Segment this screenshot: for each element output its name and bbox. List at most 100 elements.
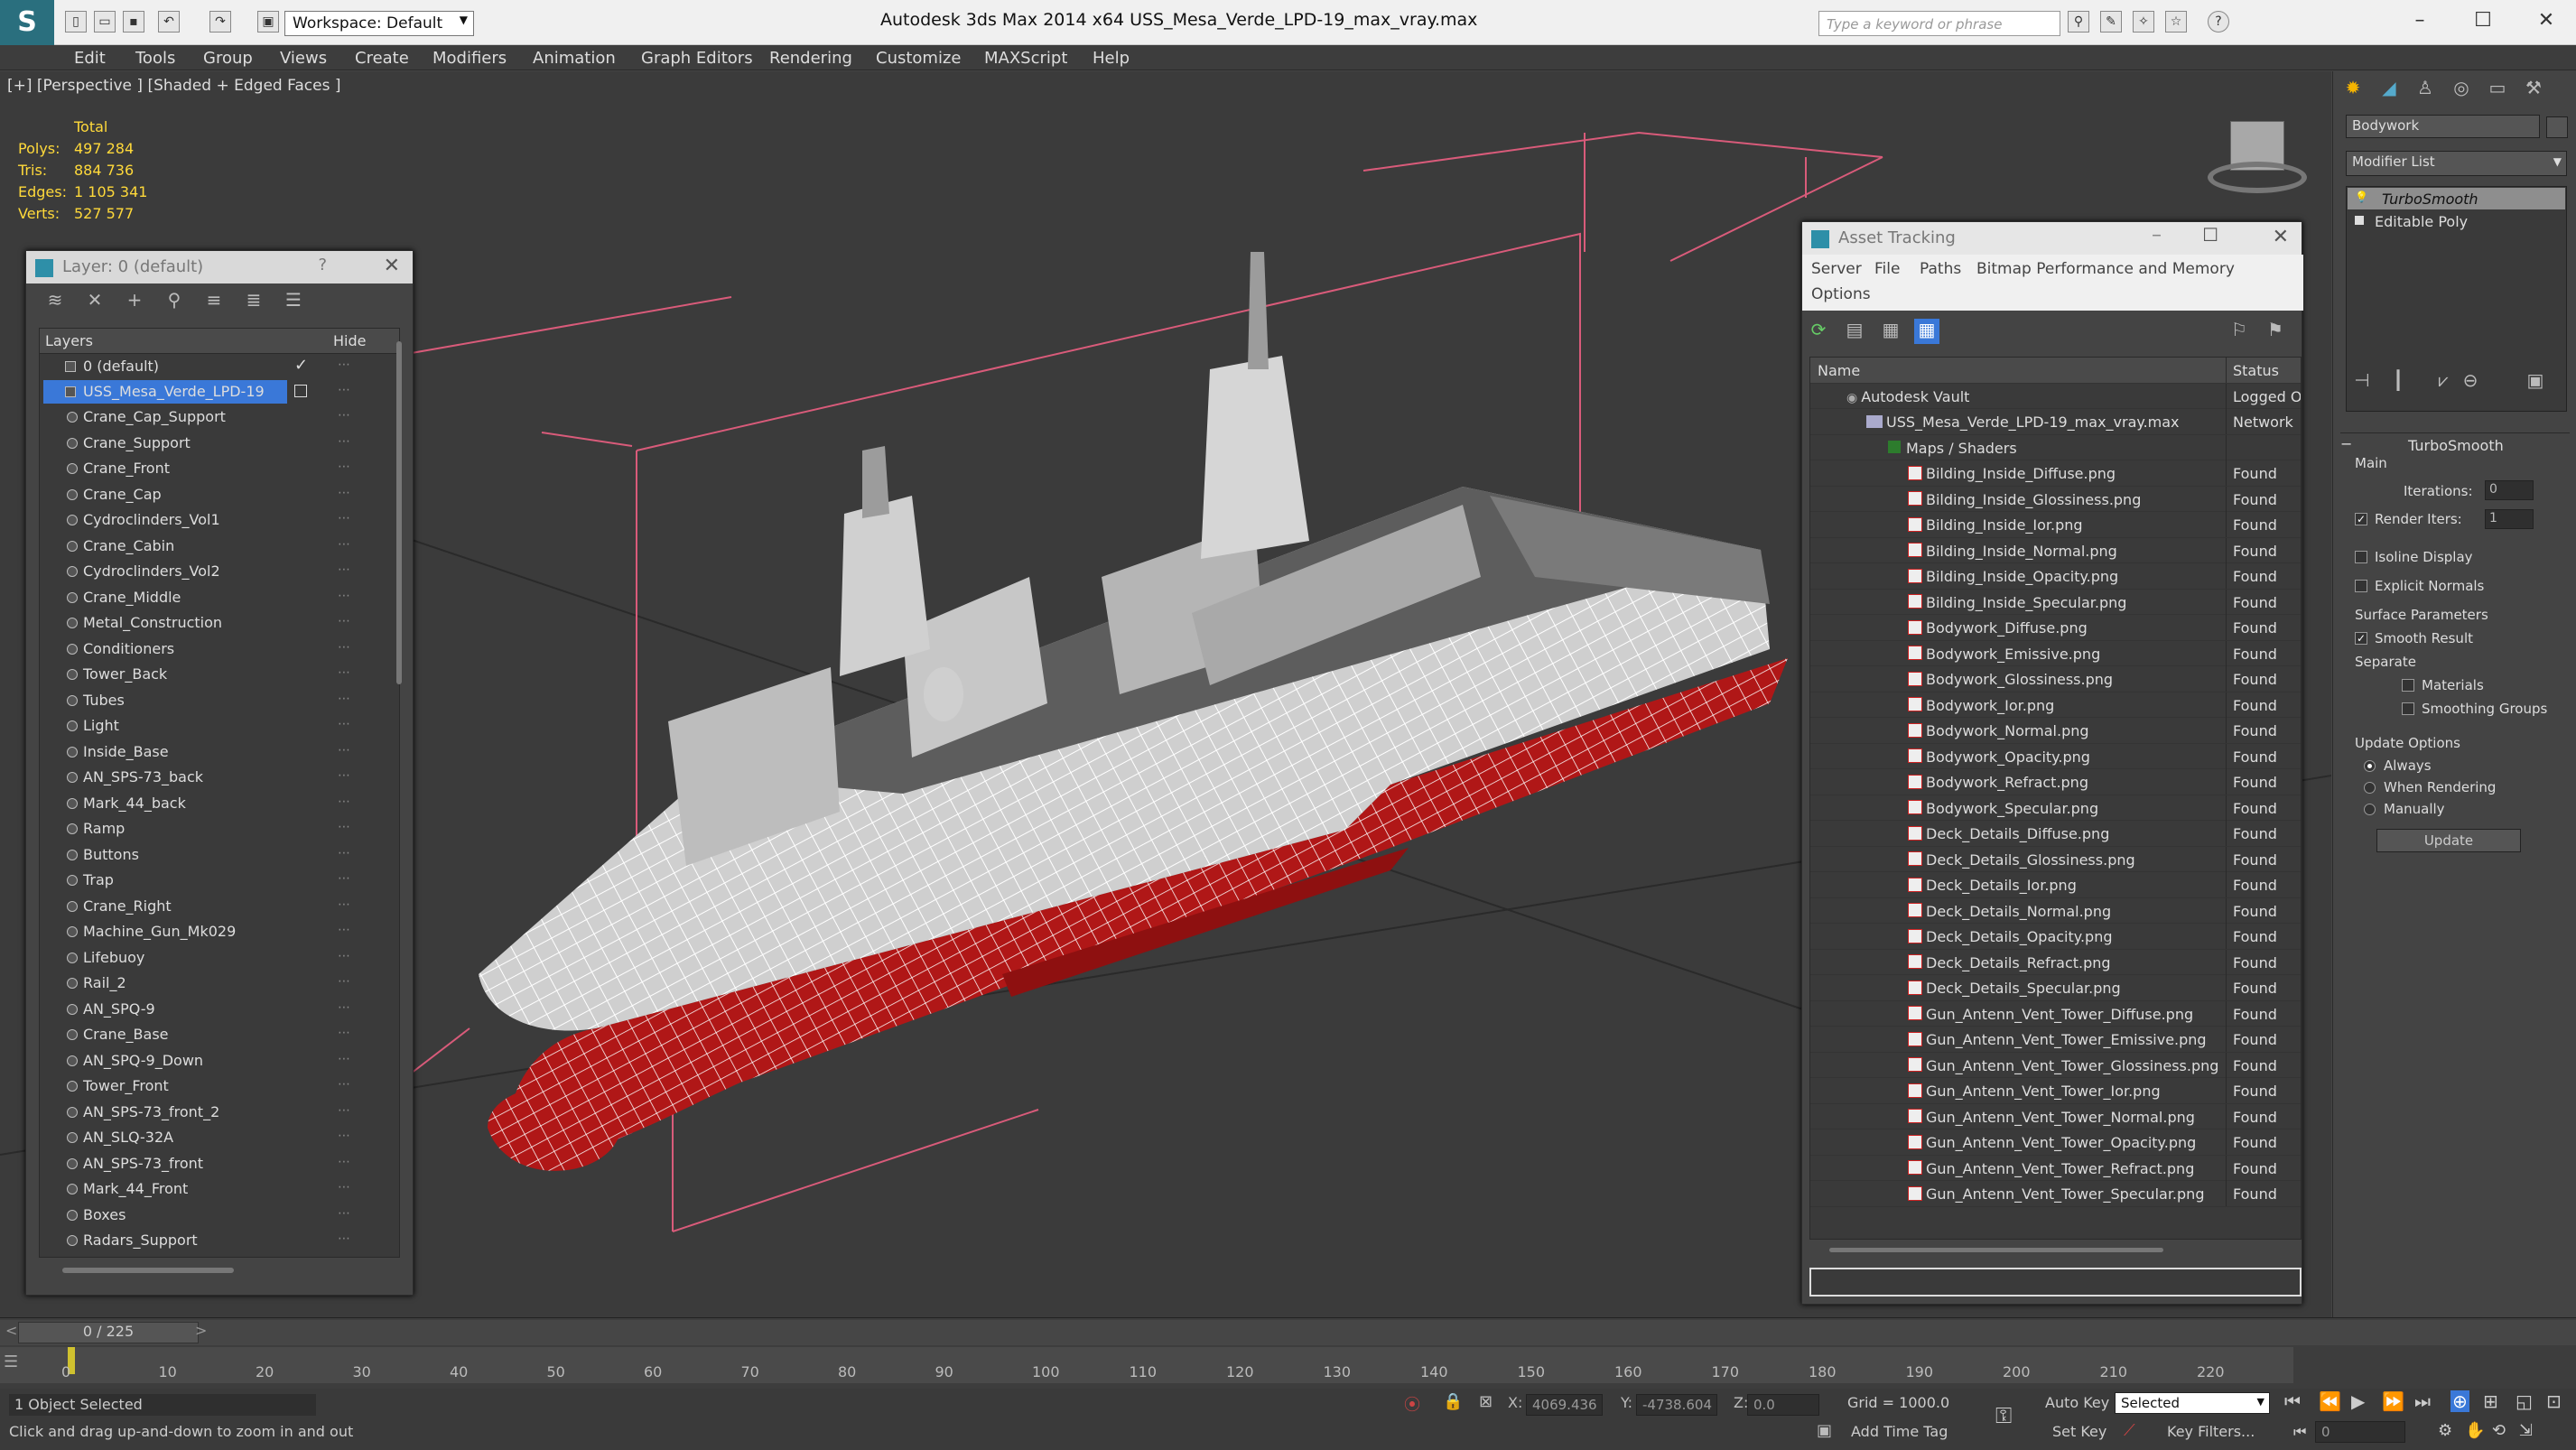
layer-object-row[interactable]: Tower_Back ⋯ xyxy=(40,662,399,687)
hide-toggle[interactable]: ⋯ xyxy=(338,537,350,552)
table-view-icon[interactable]: ▦ xyxy=(1914,319,1939,344)
asset-row-vault[interactable]: ◉Autodesk Vault Logged Out xyxy=(1810,383,2301,409)
new-layer-icon[interactable]: ≋ xyxy=(42,289,68,314)
asset-map-row[interactable]: Bilding_Inside_Opacity.png Found xyxy=(1810,563,2301,590)
asset-map-row[interactable]: Gun_Antenn_Vent_Tower_Ior.png Found xyxy=(1810,1078,2301,1104)
active-layer-check-icon[interactable]: ✓ xyxy=(294,356,308,375)
asset-map-row[interactable]: Gun_Antenn_Vent_Tower_Refract.png Found xyxy=(1810,1155,2301,1181)
col-hide[interactable]: Hide xyxy=(333,332,366,349)
layer-object-row[interactable]: Crane_Cap_Support ⋯ xyxy=(40,404,399,430)
z-coord-field[interactable]: 0.0 xyxy=(1747,1394,1819,1416)
stack-item-editable-poly[interactable]: Editable Poly xyxy=(2348,210,2565,232)
layer-close-icon[interactable]: ✕ xyxy=(384,255,400,277)
explicit-normals-checkbox[interactable] xyxy=(2355,580,2367,592)
hide-toggle[interactable]: ⋯ xyxy=(338,692,350,706)
hide-toggle[interactable]: ⋯ xyxy=(338,358,350,372)
hide-toggle[interactable]: ⋯ xyxy=(338,974,350,989)
asset-map-row[interactable]: Deck_Details_Diffuse.png Found xyxy=(1810,821,2301,847)
modify-tab-icon[interactable]: ◢ xyxy=(2376,77,2402,102)
hide-toggle[interactable]: ⋯ xyxy=(338,1232,350,1246)
layer-object-row[interactable]: Crane_Right ⋯ xyxy=(40,894,399,919)
hide-toggle[interactable]: ⋯ xyxy=(338,1026,350,1040)
asset-map-row[interactable]: Bodywork_Emissive.png Found xyxy=(1810,640,2301,666)
open-file-icon[interactable]: ▭ xyxy=(94,11,116,33)
menu-help[interactable]: Help xyxy=(1093,49,1130,68)
menu-graph-editors[interactable]: Graph Editors xyxy=(641,49,753,68)
hide-toggle[interactable]: ⋯ xyxy=(338,1206,350,1221)
set-key-mode-icon[interactable]: ⚿ xyxy=(1995,1403,2012,1428)
layer-object-row[interactable]: Tower_Front ⋯ xyxy=(40,1074,399,1099)
layer-object-row[interactable]: Trap ⋯ xyxy=(40,868,399,893)
asset-row-file[interactable]: USS_Mesa_Verde_LPD-19_max_vray.max Netwo… xyxy=(1810,409,2301,435)
hide-toggle[interactable]: ⋯ xyxy=(338,614,350,628)
hide-toggle[interactable]: ⋯ xyxy=(338,923,350,937)
layer-object-row[interactable]: Buttons ⋯ xyxy=(40,842,399,868)
asset-path-field[interactable] xyxy=(1809,1268,2302,1297)
layer-object-row[interactable]: Crane_Support ⋯ xyxy=(40,431,399,456)
hide-toggle[interactable]: ⋯ xyxy=(338,846,350,860)
x-coord-field[interactable]: 4069.436 xyxy=(1526,1394,1603,1416)
key-filters-button[interactable]: Key Filters... xyxy=(2167,1423,2255,1440)
hide-toggle[interactable]: ⋯ xyxy=(338,1129,350,1143)
layer-object-row[interactable]: Lifebuoy ⋯ xyxy=(40,945,399,971)
smooth-result-checkbox[interactable]: ✓ xyxy=(2355,632,2367,645)
hide-toggle[interactable]: ⋯ xyxy=(338,1000,350,1015)
viewport-label[interactable]: [+] [Perspective ] [Shaded + Edged Faces… xyxy=(7,77,340,95)
time-next-icon[interactable]: > xyxy=(195,1322,207,1339)
save-file-icon[interactable]: ▪ xyxy=(123,11,144,33)
close-icon[interactable]: ✕ xyxy=(2528,5,2564,36)
asset-map-row[interactable]: Bodywork_Refract.png Found xyxy=(1810,769,2301,795)
asset-map-row[interactable]: Gun_Antenn_Vent_Tower_Diffuse.png Found xyxy=(1810,1000,2301,1027)
asset-map-row[interactable]: Deck_Details_Opacity.png Found xyxy=(1810,924,2301,950)
layer-object-row[interactable]: Mark_44_back ⋯ xyxy=(40,791,399,816)
motion-tab-icon[interactable]: ◎ xyxy=(2449,77,2474,102)
iterations-spinner[interactable]: 0 xyxy=(2485,480,2534,500)
utilities-tab-icon[interactable]: ⚒ xyxy=(2521,77,2546,102)
hide-toggle[interactable]: ⋯ xyxy=(338,897,350,912)
asset-map-row[interactable]: Bodywork_Glossiness.png Found xyxy=(1810,666,2301,692)
asset-row-folder[interactable]: Maps / Shaders xyxy=(1810,434,2301,460)
minimize-icon[interactable]: – xyxy=(2402,5,2438,36)
asset-map-row[interactable]: Deck_Details_Normal.png Found xyxy=(1810,897,2301,924)
layer-object-row[interactable]: AN_SPQ-9 ⋯ xyxy=(40,997,399,1022)
hide-toggle[interactable]: ⋯ xyxy=(338,871,350,886)
field-of-view-icon[interactable]: ◱ xyxy=(2516,1390,2533,1412)
layer-panel-header[interactable]: Layer: 0 (default) ? ✕ xyxy=(26,251,413,283)
asset-map-row[interactable]: Bilding_Inside_Ior.png Found xyxy=(1810,512,2301,538)
configure-sets-icon[interactable]: ▣ xyxy=(2523,369,2548,395)
help-icon[interactable]: ? xyxy=(2208,11,2229,33)
rollout-collapse-icon[interactable]: − xyxy=(2340,435,2352,452)
zoom-extents-icon[interactable]: ⊞ xyxy=(2483,1390,2498,1412)
redo-icon[interactable]: ↷ xyxy=(209,11,231,33)
asset-menu-bitmap[interactable]: Bitmap Performance and Memory xyxy=(1976,260,2235,278)
light-bulb-icon[interactable]: 💡 xyxy=(2355,191,2368,203)
pin-stack-icon[interactable]: ⊣ xyxy=(2349,369,2375,395)
asset-menu-options[interactable]: Options xyxy=(1811,285,1871,303)
y-coord-field[interactable]: -4738.604 xyxy=(1636,1394,1717,1416)
new-file-icon[interactable]: ▯ xyxy=(65,11,87,33)
asset-map-row[interactable]: Gun_Antenn_Vent_Tower_Emissive.png Found xyxy=(1810,1027,2301,1053)
hide-toggle[interactable]: ⋯ xyxy=(338,460,350,474)
hide-toggle[interactable]: ⋯ xyxy=(338,640,350,655)
asset-menu-file[interactable]: File xyxy=(1874,260,1900,278)
time-config-icon[interactable]: ⚙ xyxy=(2438,1421,2452,1440)
undo-icon[interactable]: ↶ xyxy=(158,11,180,33)
asset-map-row[interactable]: Bilding_Inside_Diffuse.png Found xyxy=(1810,460,2301,487)
manually-radio[interactable] xyxy=(2364,804,2376,815)
maximize-icon[interactable]: ☐ xyxy=(2465,5,2501,36)
when-rendering-radio[interactable] xyxy=(2364,782,2376,794)
hide-toggle[interactable]: ⋯ xyxy=(338,1077,350,1092)
rollout-title[interactable]: TurboSmooth xyxy=(2408,437,2504,454)
freeze-all-icon[interactable]: ☰ xyxy=(281,289,306,314)
walkthrough-icon[interactable]: ⇲ xyxy=(2519,1421,2533,1440)
remove-modifier-icon[interactable]: ⊖ xyxy=(2458,369,2483,395)
asset-map-row[interactable]: Bodywork_Ior.png Found xyxy=(1810,692,2301,718)
modifier-list-dropdown[interactable]: Modifier List ▼ xyxy=(2346,151,2567,176)
asset-map-row[interactable]: Gun_Antenn_Vent_Tower_Specular.png Found xyxy=(1810,1181,2301,1207)
layer-object-row[interactable]: AN_SPQ-9_Down ⋯ xyxy=(40,1048,399,1074)
col-name[interactable]: Name xyxy=(1818,362,1860,379)
asset-close-icon[interactable]: ✕ xyxy=(2273,226,2289,248)
layer-object-row[interactable]: AN_SPS-73_front ⋯ xyxy=(40,1151,399,1176)
detail-view-icon[interactable]: ▦ xyxy=(1878,319,1903,344)
app-logo-icon[interactable]: S xyxy=(0,0,54,45)
